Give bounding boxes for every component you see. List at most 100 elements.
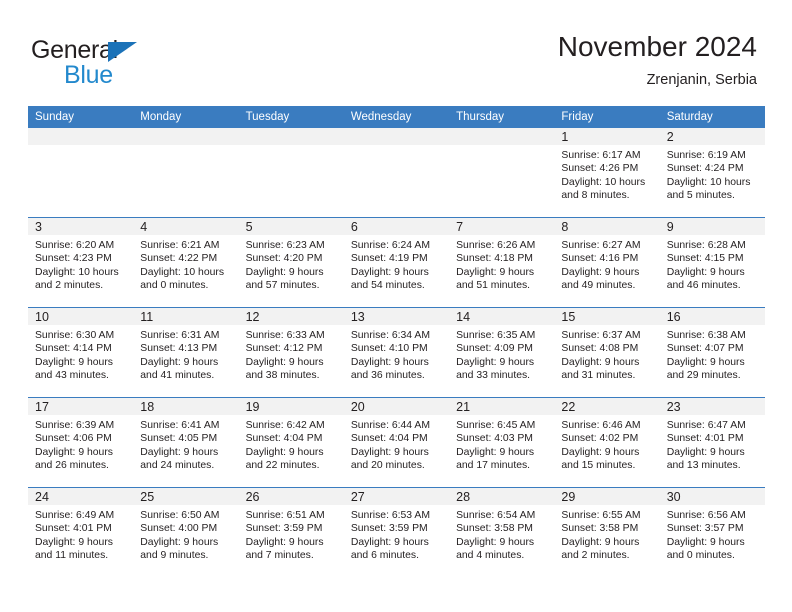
daylight-duration-line1: Daylight: 9 hours [456,536,535,548]
weekday-header-monday: Monday [133,106,239,128]
calendar-day-cell[interactable]: 30 Sunrise: 6:56 AM Sunset: 3:57 PM Dayligh… [659,487,765,577]
daylight-duration-line2: and 4 minutes. [456,550,525,562]
calendar-day-cell[interactable]: 7 Sunrise: 6:26 AM Sunset: 4:18 PM Daylight… [449,217,555,308]
calendar-week-row: 17 Sunrise: 6:39 AM Sunset: 4:06 PM Dayligh… [28,397,765,488]
sunset-time: Sunset: 4:02 PM [561,433,639,445]
day-sun-details: Sunrise: 6:50 AM Sunset: 4:00 PM Daylight:… [133,505,238,563]
calendar-day-cell[interactable]: 9 Sunrise: 6:28 AM Sunset: 4:15 PM Daylight… [659,217,765,308]
calendar-day-cell[interactable]: 11 Sunrise: 6:31 AM Sunset: 4:13 PM Dayligh… [133,307,239,398]
calendar-day-cell[interactable]: 21 Sunrise: 6:45 AM Sunset: 4:03 PM Dayligh… [449,397,555,488]
day-sun-details: Sunrise: 6:55 AM Sunset: 3:58 PM Daylight:… [554,505,659,563]
daylight-duration-line2: and 29 minutes. [666,370,741,382]
calendar-day-cell[interactable]: 24 Sunrise: 6:49 AM Sunset: 4:01 PM Dayligh… [28,487,134,577]
day-sun-details: Sunrise: 6:35 AM Sunset: 4:09 PM Daylight:… [449,325,554,383]
calendar-day-cell[interactable]: 5 Sunrise: 6:23 AM Sunset: 4:20 PM Daylight… [238,217,344,308]
calendar-day-cell[interactable]: 25 Sunrise: 6:50 AM Sunset: 4:00 PM Dayligh… [133,487,239,577]
day-cell-content: 26 Sunrise: 6:51 AM Sunset: 3:59 PM Dayligh… [238,488,344,577]
sunset-time: Sunset: 4:19 PM [350,253,428,265]
sunrise-time: Sunrise: 6:35 AM [456,330,536,341]
daylight-duration-line2: and 0 minutes. [666,550,735,562]
calendar-day-cell[interactable]: 27 Sunrise: 6:53 AM Sunset: 3:59 PM Dayligh… [343,487,450,577]
weekday-header-thursday: Thursday [449,106,555,128]
sunrise-time: Sunrise: 6:44 AM [350,420,430,431]
calendar-week-row: 24 Sunrise: 6:49 AM Sunset: 4:01 PM Dayligh… [28,487,765,577]
sunrise-time: Sunrise: 6:20 AM [35,240,115,251]
day-sun-details: Sunrise: 6:39 AM Sunset: 4:06 PM Daylight:… [28,415,133,473]
day-sun-details: Sunrise: 6:56 AM Sunset: 3:57 PM Daylight:… [660,505,765,563]
day-number: 21 [449,398,555,415]
daylight-duration-line1: Daylight: 9 hours [35,536,113,548]
day-cell-content: 7 Sunrise: 6:26 AM Sunset: 4:18 PM Daylight… [449,218,555,307]
daylight-duration-line2: and 13 minutes. [666,460,741,472]
daylight-duration-line2: and 33 minutes. [456,370,531,382]
calendar-day-cell[interactable]: 6 Sunrise: 6:24 AM Sunset: 4:19 PM Daylight… [343,217,450,308]
sunrise-time: Sunrise: 6:17 AM [561,150,641,161]
calendar-day-cell[interactable]: 19 Sunrise: 6:42 AM Sunset: 4:04 PM Dayligh… [238,397,344,488]
day-number: 29 [554,488,660,505]
daylight-duration-line1: Daylight: 9 hours [561,356,640,368]
sunset-time: Sunset: 4:03 PM [456,433,533,445]
calendar-day-cell[interactable]: 20 Sunrise: 6:44 AM Sunset: 4:04 PM Dayligh… [343,397,450,488]
sunset-time: Sunset: 4:04 PM [350,433,428,445]
calendar-day-cell[interactable]: 4 Sunrise: 6:21 AM Sunset: 4:22 PM Daylight… [133,217,239,308]
sunrise-time: Sunrise: 6:54 AM [456,510,536,521]
calendar-page: General Blue November 2024 Zrenjanin, Se… [0,0,792,612]
calendar-day-cell[interactable]: 3 Sunrise: 6:20 AM Sunset: 4:23 PM Daylight… [28,217,134,308]
calendar-day-cell[interactable]: 8 Sunrise: 6:27 AM Sunset: 4:16 PM Daylight… [554,217,660,308]
sunset-time: Sunset: 4:08 PM [561,343,639,355]
daylight-duration-line2: and 11 minutes. [35,550,109,562]
daylight-duration-line2: and 5 minutes. [666,190,735,202]
day-number: 3 [28,218,134,235]
calendar-day-cell[interactable]: 15 Sunrise: 6:37 AM Sunset: 4:08 PM Dayligh… [554,307,660,398]
calendar-day-cell[interactable]: 10 Sunrise: 6:30 AM Sunset: 4:14 PM Dayligh… [28,307,134,398]
day-cell-content: 10 Sunrise: 6:30 AM Sunset: 4:14 PM Dayligh… [28,308,134,397]
day-cell-content [449,128,555,217]
calendar-day-cell[interactable]: 1 Sunrise: 6:17 AM Sunset: 4:26 PM Daylight… [554,128,660,218]
calendar-day-cell [238,128,344,218]
calendar-day-cell[interactable]: 18 Sunrise: 6:41 AM Sunset: 4:05 PM Dayligh… [133,397,239,488]
daylight-duration-line2: and 8 minutes. [561,190,630,202]
weekday-header-sunday: Sunday [28,106,134,128]
day-cell-content: 16 Sunrise: 6:38 AM Sunset: 4:07 PM Dayligh… [659,308,765,397]
sunset-time: Sunset: 4:01 PM [35,523,112,535]
calendar-day-cell[interactable]: 16 Sunrise: 6:38 AM Sunset: 4:07 PM Dayligh… [659,307,765,398]
day-number: 9 [659,218,765,235]
day-number: 12 [238,308,344,325]
day-cell-content: 17 Sunrise: 6:39 AM Sunset: 4:06 PM Dayligh… [28,398,134,487]
sunset-time: Sunset: 3:57 PM [666,523,744,535]
title-block: November 2024 Zrenjanin, Serbia [558,30,757,90]
day-number: 26 [238,488,344,505]
page-title: November 2024 [557,31,757,62]
day-sun-details: Sunrise: 6:20 AM Sunset: 4:23 PM Daylight:… [28,235,133,293]
day-number: 19 [238,398,344,415]
logo-text-blue: Blue [64,61,113,89]
day-number: 14 [449,308,555,325]
calendar-day-cell[interactable]: 13 Sunrise: 6:34 AM Sunset: 4:10 PM Dayligh… [343,307,450,398]
daylight-duration-line1: Daylight: 9 hours [666,266,745,278]
calendar-day-cell[interactable]: 23 Sunrise: 6:47 AM Sunset: 4:01 PM Dayligh… [659,397,765,488]
day-sun-details: Sunrise: 6:53 AM Sunset: 3:59 PM Daylight:… [344,505,449,563]
day-cell-content: 4 Sunrise: 6:21 AM Sunset: 4:22 PM Daylight… [133,218,239,307]
calendar-day-cell[interactable]: 12 Sunrise: 6:33 AM Sunset: 4:12 PM Dayligh… [238,307,344,398]
day-number: 25 [133,488,239,505]
calendar-day-cell[interactable]: 17 Sunrise: 6:39 AM Sunset: 4:06 PM Dayligh… [28,397,134,488]
calendar-day-cell[interactable]: 2 Sunrise: 6:19 AM Sunset: 4:24 PM Daylight… [659,128,765,218]
sunrise-time: Sunrise: 6:28 AM [666,240,746,251]
sunrise-time: Sunrise: 6:30 AM [35,330,115,341]
day-cell-content: 11 Sunrise: 6:31 AM Sunset: 4:13 PM Dayligh… [133,308,239,397]
calendar-day-cell[interactable]: 26 Sunrise: 6:51 AM Sunset: 3:59 PM Dayligh… [238,487,344,577]
daylight-duration-line1: Daylight: 9 hours [350,536,429,548]
daylight-duration-line2: and 49 minutes. [561,280,636,292]
calendar-day-cell[interactable]: 28 Sunrise: 6:54 AM Sunset: 3:58 PM Dayligh… [449,487,555,577]
day-cell-content: 15 Sunrise: 6:37 AM Sunset: 4:08 PM Dayligh… [554,308,660,397]
day-cell-content: 28 Sunrise: 6:54 AM Sunset: 3:58 PM Dayligh… [449,488,555,577]
sunrise-time: Sunrise: 6:27 AM [561,240,641,251]
calendar-day-cell[interactable]: 22 Sunrise: 6:46 AM Sunset: 4:02 PM Dayligh… [554,397,660,488]
daylight-duration-line2: and 0 minutes. [140,280,209,292]
calendar-grid: Sunday Monday Tuesday Wednesday Thursday… [28,106,765,577]
day-sun-details: Sunrise: 6:28 AM Sunset: 4:15 PM Daylight:… [660,235,765,293]
sunrise-time: Sunrise: 6:41 AM [140,420,220,431]
calendar-day-cell[interactable]: 14 Sunrise: 6:35 AM Sunset: 4:09 PM Dayligh… [449,307,555,398]
calendar-day-cell[interactable]: 29 Sunrise: 6:55 AM Sunset: 3:58 PM Dayligh… [554,487,660,577]
sunrise-time: Sunrise: 6:34 AM [350,330,430,341]
